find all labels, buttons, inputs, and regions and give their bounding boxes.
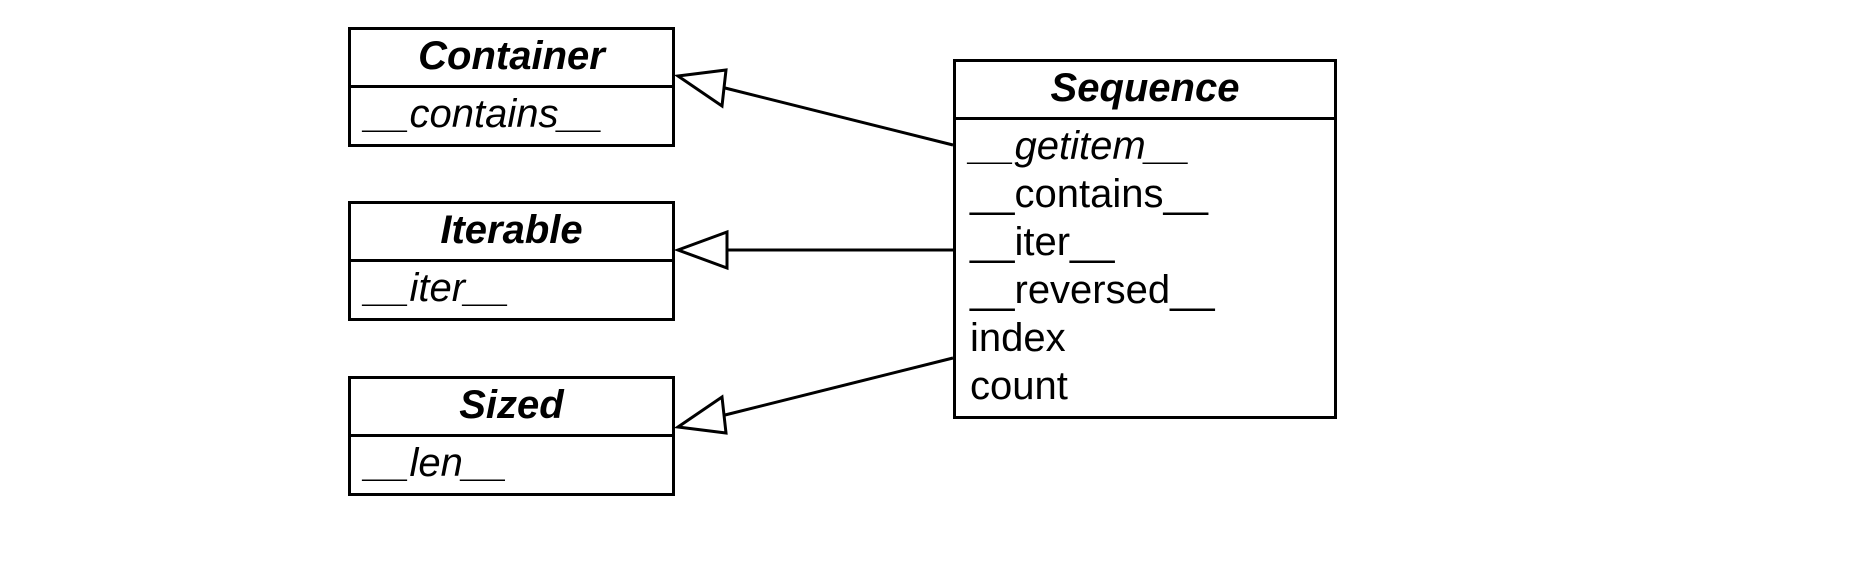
class-iterable-title: Iterable bbox=[351, 204, 672, 262]
class-sized-body: __len__ bbox=[351, 437, 672, 493]
class-iterable-body: __iter__ bbox=[351, 262, 672, 318]
class-sequence-method-5: count bbox=[970, 362, 1320, 410]
class-container: Container __contains__ bbox=[348, 27, 675, 147]
class-sequence-method-0: __getitem__ bbox=[970, 122, 1320, 170]
arrow-sequence-to-container bbox=[678, 70, 953, 145]
class-container-method-0: __contains__ bbox=[365, 90, 658, 138]
class-iterable-method-0: __iter__ bbox=[365, 264, 658, 312]
class-sequence: Sequence __getitem__ __contains__ __iter… bbox=[953, 59, 1337, 419]
class-sized-title: Sized bbox=[351, 379, 672, 437]
class-sequence-method-2: __iter__ bbox=[970, 218, 1320, 266]
arrow-sequence-to-iterable bbox=[678, 232, 953, 268]
uml-diagram: Container __contains__ Iterable __iter__… bbox=[0, 0, 1870, 567]
class-sequence-method-4: index bbox=[970, 314, 1320, 362]
class-sequence-method-3: __reversed__ bbox=[970, 266, 1320, 314]
connectors bbox=[0, 0, 1870, 567]
class-sized: Sized __len__ bbox=[348, 376, 675, 496]
class-container-title: Container bbox=[351, 30, 672, 88]
class-iterable: Iterable __iter__ bbox=[348, 201, 675, 321]
class-sized-method-0: __len__ bbox=[365, 439, 658, 487]
class-sequence-title: Sequence bbox=[956, 62, 1334, 120]
class-container-body: __contains__ bbox=[351, 88, 672, 144]
arrow-sequence-to-sized bbox=[678, 358, 953, 433]
class-sequence-method-1: __contains__ bbox=[970, 170, 1320, 218]
class-sequence-body: __getitem__ __contains__ __iter__ __reve… bbox=[956, 120, 1334, 416]
